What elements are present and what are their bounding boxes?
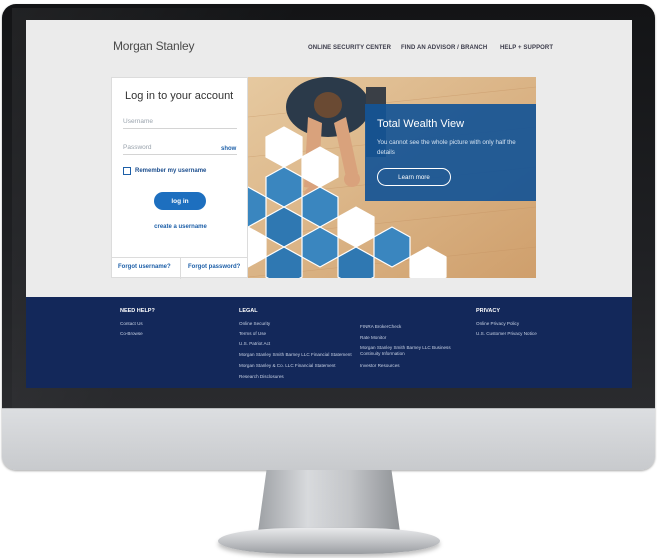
site-footer: NEED HELP? Contact Us Co-Browse LEGAL On… <box>26 297 632 388</box>
footer-link[interactable]: Online Security <box>239 321 270 326</box>
footer-link[interactable]: Rate Monitor <box>360 335 386 340</box>
footer-need-help-heading: NEED HELP? <box>120 308 155 314</box>
forgot-username-link[interactable]: Forgot username? <box>118 264 171 270</box>
forgot-password-link[interactable]: Forgot password? <box>188 264 240 270</box>
monitor-stand-neck <box>258 470 400 532</box>
footer-link-co-browse[interactable]: Co-Browse <box>120 331 143 336</box>
nav-find-advisor[interactable]: FIND AN ADVISOR / BRANCH <box>401 45 487 51</box>
nav-help-support[interactable]: HELP + SUPPORT <box>500 45 553 51</box>
promo-panel: Total Wealth View You cannot see the who… <box>365 104 536 201</box>
footer-link[interactable]: Online Privacy Policy <box>476 321 519 326</box>
remember-username-row[interactable]: Remember my username <box>123 167 206 175</box>
footer-link[interactable]: U.S. Customer Privacy Notice <box>476 331 537 336</box>
morgan-stanley-logo[interactable]: Morgan Stanley <box>113 39 194 53</box>
footer-link[interactable]: Research Disclosures <box>239 374 284 379</box>
show-password-toggle[interactable]: show <box>221 146 236 152</box>
footer-link[interactable]: Morgan Stanley Smith Barney LLC Business… <box>360 345 472 357</box>
footer-link[interactable]: FINRA BrokerCheck <box>360 324 401 329</box>
monitor-stand-base <box>218 528 440 554</box>
footer-link[interactable]: Morgan Stanley Smith Barney LLC Financia… <box>239 352 352 357</box>
learn-more-button[interactable]: Learn more <box>377 168 451 186</box>
nav-online-security-center[interactable]: ONLINE SECURITY CENTER <box>308 45 391 51</box>
footer-link[interactable]: Morgan Stanley & Co. LLC Financial State… <box>239 363 336 368</box>
footer-link[interactable]: Terms of Use <box>239 331 266 336</box>
footer-link[interactable]: Investor Resources <box>360 363 400 368</box>
footer-privacy-heading: PRIVACY <box>476 308 501 314</box>
footer-link[interactable]: U.S. Patriot Act <box>239 341 270 346</box>
hero-banner: Total Wealth View You cannot see the who… <box>248 77 536 278</box>
footer-link-contact-us[interactable]: Contact Us <box>120 321 143 326</box>
site-header: Morgan Stanley ONLINE SECURITY CENTER FI… <box>26 20 632 72</box>
login-card: Log in to your account show Remember my … <box>111 77 249 279</box>
login-button[interactable]: log in <box>154 192 206 210</box>
remember-username-checkbox[interactable] <box>123 167 131 175</box>
login-title: Log in to your account <box>125 90 234 102</box>
create-username-link[interactable]: create a username <box>112 224 249 230</box>
remember-username-label: Remember my username <box>135 168 207 174</box>
promo-subtitle: You cannot see the whole picture with on… <box>377 139 516 156</box>
password-input[interactable] <box>123 141 237 155</box>
monitor-chin <box>2 408 655 470</box>
divider <box>180 257 181 279</box>
username-input[interactable] <box>123 115 237 129</box>
footer-legal-heading: LEGAL <box>239 308 258 314</box>
screen: Morgan Stanley ONLINE SECURITY CENTER FI… <box>26 20 632 388</box>
promo-title: Total Wealth View <box>377 118 465 130</box>
